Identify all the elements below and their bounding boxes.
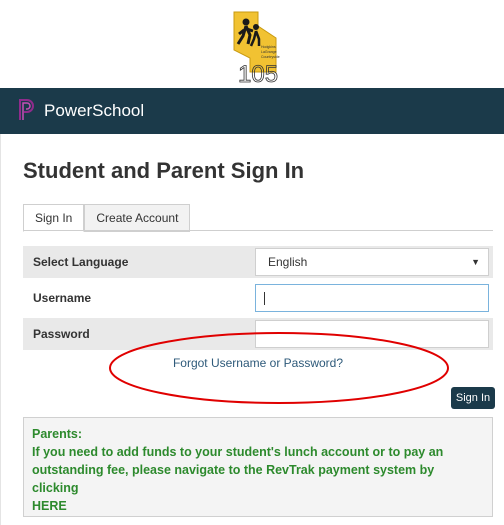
sign-in-button[interactable]: Sign In bbox=[451, 387, 495, 409]
powerschool-header: PowerSchool bbox=[0, 88, 504, 134]
revtrak-link[interactable]: HERE bbox=[32, 499, 67, 513]
forgot-credentials-link[interactable]: Forgot Username or Password? bbox=[23, 356, 493, 370]
dropdown-caret-icon: ▼ bbox=[471, 257, 480, 267]
tab-bar: Sign In Create Account bbox=[23, 204, 191, 232]
text-cursor bbox=[264, 292, 265, 305]
language-value: English bbox=[268, 255, 308, 269]
password-row: Password bbox=[23, 318, 493, 350]
page-title: Student and Parent Sign In bbox=[23, 158, 305, 183]
notice-text: If you need to add funds to your student… bbox=[32, 445, 444, 495]
signin-panel: Student and Parent Sign In Sign In Creat… bbox=[0, 134, 504, 525]
tab-sign-in[interactable]: Sign In bbox=[23, 204, 85, 232]
tab-create-account[interactable]: Create Account bbox=[84, 204, 191, 232]
logo-lettering: Countryside bbox=[261, 55, 280, 59]
language-row: Select Language English ▼ bbox=[23, 246, 493, 278]
logo-lettering: LaGrange bbox=[261, 50, 277, 54]
password-input[interactable] bbox=[255, 320, 489, 348]
language-label: Select Language bbox=[33, 255, 129, 269]
notice-body: If you need to add funds to your student… bbox=[32, 443, 484, 515]
logo-number: 105 bbox=[238, 61, 278, 86]
parents-notice: Parents: If you need to add funds to you… bbox=[23, 417, 493, 517]
district-logo: Hodgkins LaGrange Countryside 105 bbox=[224, 10, 284, 88]
brand-name: PowerSchool bbox=[44, 101, 145, 120]
notice-heading: Parents: bbox=[32, 427, 83, 441]
tab-divider bbox=[23, 230, 493, 231]
username-input[interactable] bbox=[255, 284, 489, 312]
language-select[interactable]: English ▼ bbox=[255, 248, 489, 276]
logo-lettering: Hodgkins bbox=[261, 45, 276, 49]
username-row: Username bbox=[23, 282, 493, 314]
password-label: Password bbox=[33, 327, 90, 341]
username-label: Username bbox=[33, 291, 92, 305]
powerschool-logo-icon bbox=[18, 98, 34, 122]
